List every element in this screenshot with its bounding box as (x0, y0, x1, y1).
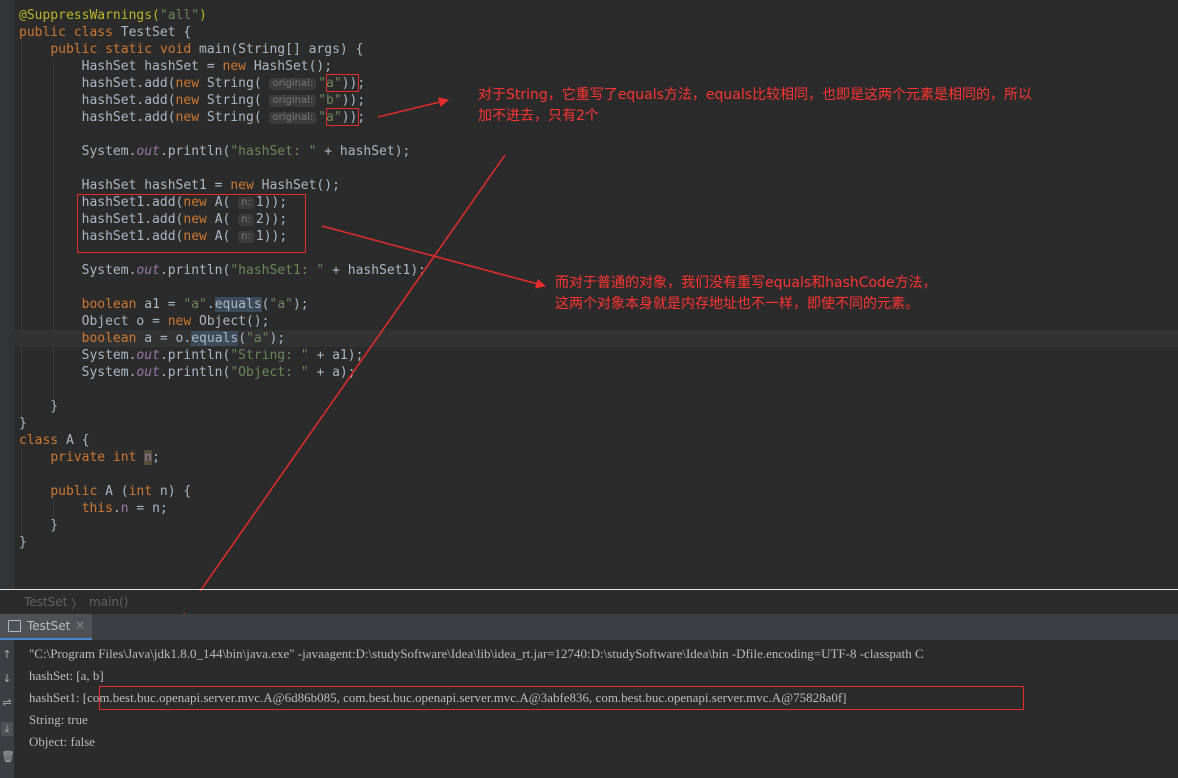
code-line-7[interactable]: hashSet.add(new String( original: "a")); (19, 109, 366, 126)
annotation-string-equals: 对于String，它重写了equals方法，equals比较相同，也即是这两个元… (478, 87, 1033, 124)
breadcrumb-separator: 〉 (71, 597, 84, 611)
scroll-down-icon[interactable]: ↓ (1, 672, 13, 686)
scroll-to-end-icon[interactable]: ⤓ (1, 722, 13, 736)
console-icon (8, 620, 21, 632)
code-line-27[interactable]: private int n; (19, 449, 160, 466)
code-line-21[interactable]: System.out.println("String: " + a1); (19, 347, 364, 364)
clear-all-icon[interactable]: 🗑 (1, 750, 15, 764)
run-tab[interactable]: TestSet × (0, 614, 92, 640)
param-hint: original: (269, 112, 317, 124)
annotation-object-equals: 而对于普通的对象，我们没有重写equals和hashCode方法， 这两个对象本… (555, 275, 937, 312)
code-line-1[interactable]: @SuppressWarnings("all") (19, 7, 207, 24)
highlight-box-a2 (326, 108, 359, 126)
highlight-box-console (99, 686, 1024, 710)
code-line-32[interactable]: } (19, 534, 27, 551)
console-line-hashset: hashSet: [a, b] (29, 668, 104, 683)
code-line-11[interactable]: HashSet hashSet1 = new HashSet(); (19, 177, 340, 194)
soft-wrap-icon[interactable]: ⇌ (1, 696, 13, 710)
code-line-25[interactable]: } (19, 415, 27, 432)
breadcrumb-method[interactable]: main() (89, 595, 128, 609)
highlight-box-a1 (326, 74, 359, 92)
code-line-29[interactable]: public A (int n) { (19, 483, 191, 500)
console-line-string: String: true (29, 712, 88, 727)
code-line-5[interactable]: hashSet.add(new String( original: "a")); (19, 75, 366, 92)
code-line-3[interactable]: public static void main(String[] args) { (19, 41, 363, 58)
console-line-command: "C:\Program Files\Java\jdk1.8.0_144\bin\… (29, 646, 924, 661)
code-line-31[interactable]: } (19, 517, 58, 534)
editor-gutter[interactable] (0, 0, 14, 590)
code-line-16[interactable]: System.out.println("hashSet1: " + hashSe… (19, 262, 426, 279)
param-hint: original: (269, 95, 317, 107)
code-line-4[interactable]: HashSet hashSet = new HashSet(); (19, 58, 332, 75)
highlight-box-a-objects (77, 194, 306, 253)
code-line-19[interactable]: Object o = new Object(); (19, 313, 270, 330)
editor-divider (0, 589, 1178, 590)
run-tab-bar: TestSet × (0, 614, 1178, 640)
code-editor[interactable]: @SuppressWarnings("all") public class Te… (0, 0, 1178, 590)
code-line-22[interactable]: System.out.println("Object: " + a); (19, 364, 356, 381)
close-tab-icon[interactable]: × (75, 618, 85, 632)
code-line-18[interactable]: boolean a1 = "a".equals("a"); (19, 296, 309, 313)
console-line-object: Object: false (29, 734, 96, 749)
code-line-24[interactable]: } (19, 398, 58, 415)
breadcrumb-class[interactable]: TestSet (24, 595, 67, 609)
run-tab-label: TestSet (27, 619, 71, 633)
code-line-30[interactable]: this.n = n; (19, 500, 168, 517)
scroll-up-icon[interactable]: ↑ (1, 648, 13, 662)
code-line-2[interactable]: public class TestSet { (19, 24, 191, 41)
code-line-9[interactable]: System.out.println("hashSet: " + hashSet… (19, 143, 411, 160)
console-toolbar: ↑ ↓ ⇌ ⤓ 🗑 (0, 640, 15, 778)
code-line-26[interactable]: class A { (19, 432, 89, 449)
console-output[interactable]: "C:\Program Files\Java\jdk1.8.0_144\bin\… (14, 640, 1178, 778)
code-line-6[interactable]: hashSet.add(new String( original: "b")); (19, 92, 366, 109)
breadcrumb: TestSet 〉 main() (0, 591, 1178, 613)
code-line-20[interactable]: boolean a = o.equals("a"); (19, 330, 285, 347)
param-hint: original: (269, 78, 317, 90)
